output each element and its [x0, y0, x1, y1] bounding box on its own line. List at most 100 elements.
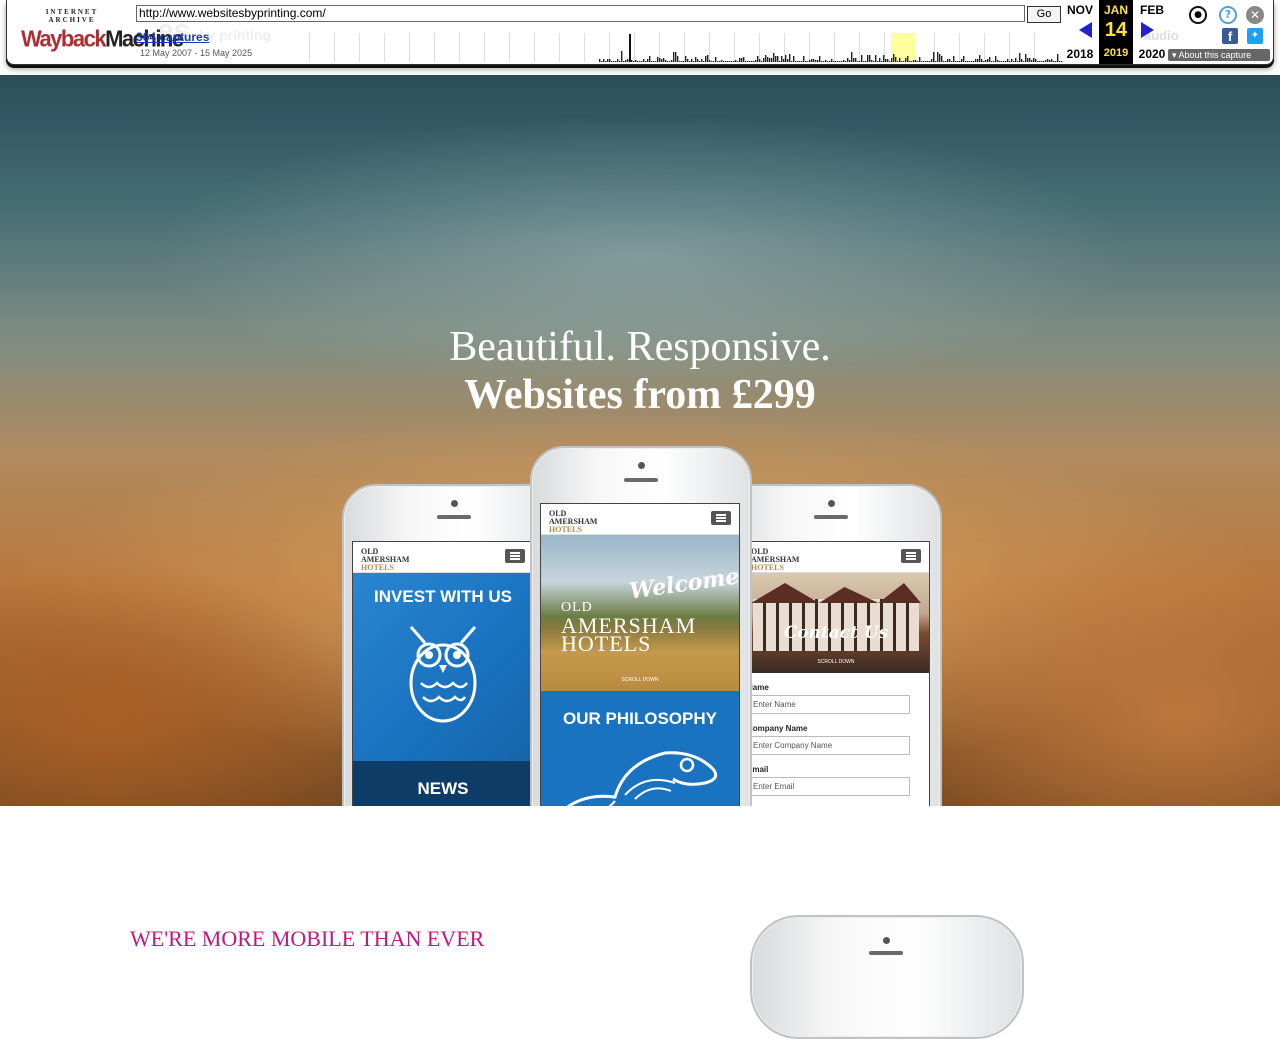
sparkline-bar: [1045, 60, 1047, 62]
sparkline-bar: [915, 60, 917, 62]
sparkline-bar: [917, 61, 919, 62]
close-icon[interactable]: ✕: [1246, 6, 1264, 24]
sparkline-bar: [877, 61, 879, 62]
hamburger-menu-icon: [711, 511, 731, 525]
sparkline-bar: [1017, 61, 1019, 62]
sparkline-bar: [989, 57, 991, 62]
sparkline-bar: [845, 61, 847, 62]
sparkline-bar: [851, 52, 853, 62]
sparkline-bar: [599, 59, 601, 62]
help-icon[interactable]: ?: [1219, 6, 1237, 24]
prev-arrow-icon[interactable]: [1079, 22, 1092, 38]
captures-sparkline[interactable]: [309, 33, 1063, 62]
sparkline-bar: [715, 57, 717, 62]
sparkline-bar: [763, 58, 765, 62]
user-icon[interactable]: ●: [1189, 6, 1207, 24]
sparkline-bar: [901, 61, 903, 62]
name-field-label: Name: [747, 683, 769, 692]
sparkline-bar: [1009, 61, 1011, 62]
company-field: Enter Company Name: [747, 736, 910, 755]
welcome-hero-image: Welcome OLD AMERSHAM HOTELS SCROLL DOWN: [541, 535, 739, 691]
go-button[interactable]: Go: [1027, 6, 1061, 23]
sparkline-bar: [885, 59, 887, 62]
phone-camera: [828, 500, 835, 507]
sparkline-bar: [729, 61, 731, 62]
about-capture-button[interactable]: ▾ About this capture: [1168, 49, 1270, 61]
sparkline-bar: [971, 61, 973, 62]
sparkline-bar: [1061, 61, 1063, 62]
about-capture-label: About this capture: [1178, 50, 1252, 60]
sparkline-bar: [781, 56, 783, 62]
sparkline-bar: [1025, 54, 1027, 62]
sparkline-bar: [667, 61, 669, 62]
wayback-logo[interactable]: INTERNET ARCHIVE WaybackMachine: [21, 8, 184, 52]
sparkline-bar: [815, 60, 817, 62]
sparkline-bar: [819, 56, 821, 62]
sparkline-bar: [951, 61, 953, 62]
sparkline-bar: [795, 61, 797, 62]
wayback-logo-ia-text: INTERNET ARCHIVE: [45, 8, 99, 24]
sparkline-bar: [865, 61, 867, 62]
sparkline-bar: [957, 61, 959, 62]
wayback-logo-word: Wayback: [21, 25, 107, 52]
next-arrow-icon[interactable]: [1141, 22, 1154, 38]
sparkline-bar: [745, 61, 747, 62]
sparkline-bar: [949, 59, 951, 62]
hotel-logo-line: HOTELS: [361, 563, 394, 572]
sparkline-bar: [869, 55, 871, 62]
phone-camera: [883, 937, 890, 944]
wayback-toolbar-panel: es by printing audio INTERNET ARCHIVE Wa…: [6, 0, 1274, 65]
sparkline-bar: [839, 61, 841, 62]
sparkline-bar: [615, 61, 617, 62]
sparkline-bar: [775, 56, 777, 62]
sparkline-bar: [627, 59, 629, 62]
sparkline-bar: [737, 61, 739, 62]
sparkline-bar: [929, 61, 931, 62]
sparkline-bar: [953, 56, 955, 62]
sparkline-bar: [887, 59, 889, 62]
sparkline-bar: [923, 61, 925, 62]
sparkline-bar: [693, 61, 695, 62]
sparkline-bar: [713, 61, 715, 62]
next-month-label: FEB: [1140, 3, 1164, 17]
twitter-icon[interactable]: ✦: [1247, 28, 1263, 44]
sparkline-bar: [671, 60, 673, 62]
sparkline-bar: [847, 58, 849, 62]
sparkline-bar: [609, 59, 611, 62]
next-year-label: 2020: [1138, 47, 1166, 61]
facebook-icon[interactable]: f: [1222, 28, 1238, 44]
phone-screen-left: OLD AMERSHAM HOTELS INVEST WITH US NEWS: [352, 541, 534, 806]
sparkline-bar: [767, 57, 769, 62]
sparkline-bar: [843, 60, 845, 62]
sparkline-bar: [617, 59, 619, 62]
sparkline-bar: [1027, 58, 1029, 62]
sparkline-bar: [1033, 58, 1035, 62]
phone-speaker: [624, 478, 658, 482]
sparkline-bar: [659, 58, 661, 62]
sparkline-bar: [1007, 59, 1009, 62]
sparkline-bar: [991, 61, 993, 62]
sparkline-bar: [631, 60, 633, 62]
current-capture-date: JAN 14 2019: [1099, 0, 1133, 64]
sparkline-bar: [695, 57, 697, 62]
sparkline-bar: [613, 61, 615, 62]
sparkline-bar: [793, 56, 795, 62]
sparkline-bar: [629, 34, 631, 62]
sparkline-bar: [669, 61, 671, 62]
captures-link[interactable]: 364 captures: [136, 30, 209, 44]
owl-illustration-icon: [409, 626, 477, 723]
sparkline-bar: [655, 61, 657, 62]
sparkline-bar: [621, 51, 623, 62]
sparkline-bar: [931, 59, 933, 62]
sparkline-bar: [883, 55, 885, 62]
sparkline-bar: [755, 60, 757, 62]
sparkline-bar: [981, 59, 983, 62]
sparkline-bar: [1015, 58, 1017, 62]
sparkline-bar: [735, 60, 737, 62]
sparkline-bar: [753, 61, 755, 62]
sparkline-bar: [757, 56, 759, 62]
sparkline-bar: [697, 59, 699, 62]
sparkline-bar: [855, 58, 857, 62]
url-input[interactable]: http://www.websitesbyprinting.com/: [136, 5, 1025, 22]
email-field-label: Email: [747, 765, 769, 774]
